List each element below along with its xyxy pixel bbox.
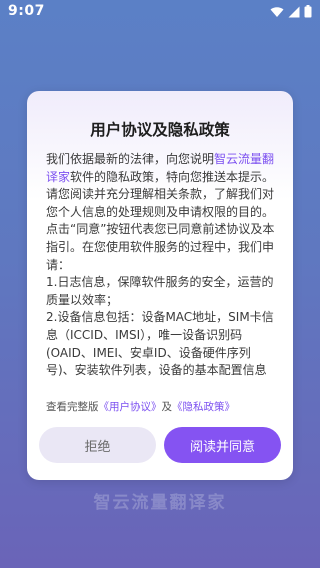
cellular-signal-icon	[288, 6, 300, 18]
intro-paragraph: 我们依据最新的法律，向您说明智云流量翻译家软件的隐私政策，特向您推送本提示。请您…	[46, 151, 278, 274]
battery-icon	[304, 5, 312, 18]
privacy-policy-link[interactable]: 《隐私政策》	[172, 401, 235, 413]
status-icons	[270, 5, 312, 18]
links-prefix: 查看完整版	[46, 401, 99, 413]
background-app-name: 智云流量翻译家	[93, 493, 227, 513]
intro-lead: 我们依据最新的法律，向您说明	[46, 152, 215, 166]
dialog-title: 用户协议及隐私政策	[90, 121, 230, 139]
status-bar: 9:07	[0, 0, 320, 24]
agree-button-label: 阅读并同意	[189, 439, 255, 455]
permission-item-1: 1.日志信息，保障软件服务的安全，运营的质量以效率；	[46, 275, 274, 307]
privacy-dialog: 用户协议及隐私政策 我们依据最新的法律，向您说明智云流量翻译家软件的隐私政策，特…	[27, 91, 293, 480]
reject-button-label: 拒绝	[84, 439, 111, 455]
status-time: 9:07	[8, 3, 45, 19]
user-agreement-link[interactable]: 《用户协议》	[99, 401, 162, 413]
intro-rest: 软件的隐私政策，特向您推送本提示。请您阅读并充分理解相关条款，了解我们对您个人信…	[46, 169, 275, 272]
policy-links: 查看完整版《用户协议》及《隐私政策》	[46, 399, 235, 414]
permission-item-2: 2.设备信息包括：设备MAC地址，SIM卡信息（ICCID、IMSI），唯一设备…	[46, 310, 274, 378]
reject-button[interactable]: 拒绝	[39, 427, 156, 463]
agree-button[interactable]: 阅读并同意	[164, 427, 281, 463]
wifi-icon	[270, 6, 284, 18]
links-and: 及	[161, 401, 173, 413]
body-fade	[46, 391, 278, 399]
